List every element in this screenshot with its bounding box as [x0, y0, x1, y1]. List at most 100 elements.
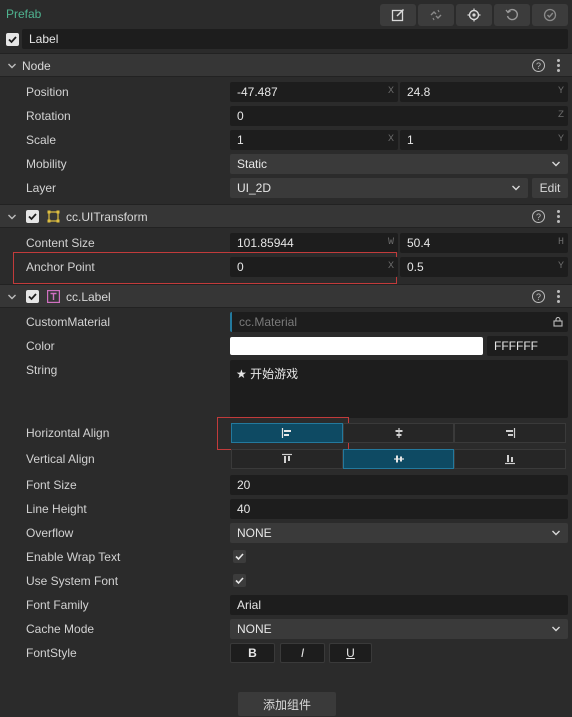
check-icon	[28, 213, 37, 221]
content-size-w-value: 101.85944	[237, 236, 294, 250]
chevron-down-icon	[8, 214, 16, 220]
check-icon	[235, 553, 244, 561]
uitransform-section-title: cc.UITransform	[66, 210, 148, 224]
help-icon[interactable]: ?	[532, 210, 545, 223]
scale-y-value: 1	[407, 133, 414, 147]
axis-z-label: Z	[557, 110, 564, 121]
overflow-value: NONE	[237, 526, 272, 540]
unlink-button[interactable]	[418, 4, 454, 26]
content-size-w-field[interactable]: 101.85944 W	[230, 233, 398, 253]
apply-button[interactable]	[532, 4, 568, 26]
custom-material-placeholder: cc.Material	[239, 315, 298, 329]
layer-dropdown[interactable]: UI_2D	[230, 178, 528, 198]
uitransform-enabled-checkbox[interactable]	[26, 210, 39, 223]
align-middle-button[interactable]	[343, 449, 454, 469]
text-component-icon	[47, 290, 60, 303]
axis-y-label: Y	[557, 261, 564, 272]
chevron-down-icon	[552, 161, 560, 167]
more-icon[interactable]	[556, 290, 560, 303]
string-textarea[interactable]: ★ 开始游戏	[230, 360, 568, 418]
axis-x-label: X	[387, 261, 394, 272]
scale-x-field[interactable]: 1 X	[230, 130, 398, 150]
axis-x-label: X	[387, 134, 394, 145]
font-style-label: FontStyle	[26, 646, 77, 660]
chevron-down-icon	[552, 626, 560, 632]
prefab-title: Prefab	[6, 7, 42, 21]
chevron-down-icon	[552, 530, 560, 536]
cache-mode-dropdown[interactable]: NONE	[230, 619, 568, 639]
layer-edit-button[interactable]: Edit	[532, 178, 568, 198]
align-right-button[interactable]	[454, 423, 566, 443]
align-center-button[interactable]	[343, 423, 454, 443]
asset-picker-icon[interactable]	[553, 317, 563, 327]
color-hex-field[interactable]: FFFFFF	[487, 336, 568, 356]
chevron-down-icon	[8, 63, 16, 69]
line-height-label: Line Height	[26, 502, 87, 516]
custom-material-field[interactable]: cc.Material	[230, 312, 568, 332]
help-icon[interactable]: ?	[532, 290, 545, 303]
align-bottom-button[interactable]	[454, 449, 566, 469]
content-size-h-field[interactable]: 50.4 H	[400, 233, 568, 253]
unlink-icon	[430, 9, 442, 21]
axis-y-label: Y	[557, 86, 564, 97]
layer-value: UI_2D	[237, 181, 272, 195]
use-system-font-checkbox[interactable]	[233, 574, 246, 587]
rotation-field[interactable]: 0 Z	[230, 106, 568, 126]
align-top-button[interactable]	[231, 449, 343, 469]
add-component-button[interactable]: 添加组件	[238, 692, 336, 716]
anchor-x-value: 0	[237, 260, 244, 274]
chevron-down-icon	[512, 185, 520, 191]
enable-wrap-text-checkbox[interactable]	[233, 550, 246, 563]
axis-y-label: Y	[557, 134, 564, 145]
position-y-value: 24.8	[407, 85, 431, 99]
node-active-checkbox[interactable]	[6, 33, 19, 46]
line-height-field[interactable]: 40	[230, 499, 568, 519]
enable-wrap-text-label: Enable Wrap Text	[26, 550, 121, 564]
underline-button[interactable]: U	[329, 643, 372, 663]
cache-mode-label: Cache Mode	[26, 622, 95, 636]
more-icon[interactable]	[556, 210, 560, 223]
overflow-dropdown[interactable]: NONE	[230, 523, 568, 543]
locate-icon	[467, 8, 481, 22]
align-middle-icon	[393, 455, 404, 463]
color-swatch[interactable]	[230, 337, 483, 355]
position-label: Position	[26, 85, 69, 99]
font-size-field[interactable]: 20	[230, 475, 568, 495]
revert-icon	[505, 8, 518, 21]
bold-button[interactable]: B	[230, 643, 275, 663]
use-system-font-label: Use System Font	[26, 574, 119, 588]
help-icon[interactable]: ?	[532, 59, 545, 72]
label-enabled-checkbox[interactable]	[26, 290, 39, 303]
apply-icon	[543, 8, 557, 22]
mobility-value: Static	[237, 157, 268, 171]
anchor-y-field[interactable]: 0.5 Y	[400, 257, 568, 277]
anchor-y-value: 0.5	[407, 260, 424, 274]
mobility-label: Mobility	[26, 157, 67, 171]
node-section-header[interactable]	[0, 53, 572, 77]
content-size-h-value: 50.4	[407, 236, 431, 250]
position-x-field[interactable]: -47.487 X	[230, 82, 398, 102]
font-family-field[interactable]: Arial	[230, 595, 568, 615]
position-y-field[interactable]: 24.8 Y	[400, 82, 568, 102]
axis-w-label: W	[387, 237, 394, 248]
anchor-x-field[interactable]: 0 X	[230, 257, 398, 277]
scale-label: Scale	[26, 133, 57, 147]
align-right-icon	[506, 428, 516, 438]
edit-button[interactable]	[380, 4, 416, 26]
check-icon	[28, 293, 37, 301]
rotation-value: 0	[237, 109, 244, 123]
align-left-button[interactable]	[231, 423, 343, 443]
color-label: Color	[26, 339, 55, 353]
rotation-label: Rotation	[26, 109, 71, 123]
check-icon	[235, 577, 244, 585]
scale-y-field[interactable]: 1 Y	[400, 130, 568, 150]
more-icon[interactable]	[556, 59, 560, 72]
revert-button[interactable]	[494, 4, 530, 26]
cache-mode-value: NONE	[237, 622, 272, 636]
italic-button[interactable]: I	[280, 643, 325, 663]
locate-button[interactable]	[456, 4, 492, 26]
mobility-dropdown[interactable]: Static	[230, 154, 568, 174]
node-name-input[interactable]: Label	[22, 29, 568, 49]
check-icon	[8, 36, 17, 44]
overflow-label: Overflow	[26, 526, 74, 540]
